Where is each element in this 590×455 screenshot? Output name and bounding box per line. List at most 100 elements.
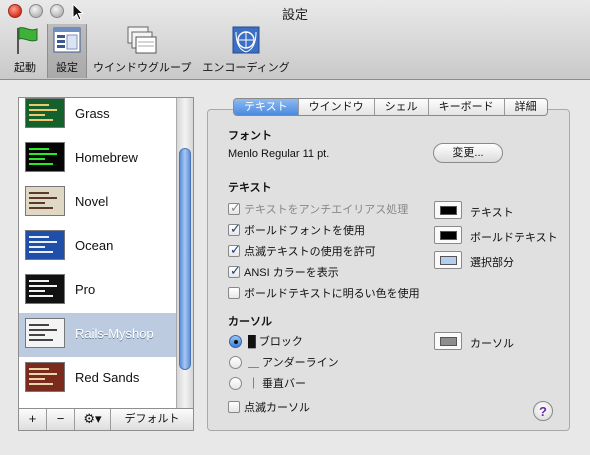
thumbnail-text-line (29, 236, 49, 238)
radio-label: █ ブロック (248, 336, 303, 348)
thumbnail-text-line (29, 197, 57, 199)
tab-shell[interactable]: シェル (375, 99, 429, 115)
checkbox-box (228, 263, 241, 279)
toolbar-window-groups[interactable]: ウインドウグループ (93, 24, 191, 78)
profile-thumbnail (25, 230, 65, 260)
thumbnail-text-line (29, 383, 53, 385)
cursor-color-well[interactable] (434, 332, 462, 350)
window-group-icon (126, 24, 158, 56)
checkbox-box (228, 221, 241, 237)
remove-profile-button[interactable]: − (47, 409, 75, 430)
cursor-underline-radio[interactable]: ＿ アンダーライン (229, 354, 339, 369)
radio-circle (229, 356, 242, 369)
toolbar-encodings[interactable]: エンコーディング (199, 24, 293, 78)
thumbnail-text-line (29, 285, 57, 287)
title-bar: 設定 起動 設定 ウインドウグループ エンコーディング (0, 0, 590, 80)
toolbar-startup-label: 起動 (14, 62, 36, 74)
profile-item-homebrew[interactable]: Homebrew (19, 137, 177, 181)
profile-item-rails-myshop[interactable]: Rails-Myshop (19, 313, 177, 357)
checkbox-box (228, 242, 241, 258)
selection-color-label: 選択部分 (470, 257, 514, 269)
checkbox-label: ボールドフォントを使用 (244, 225, 365, 237)
tab-advanced[interactable]: 詳細 (505, 99, 547, 115)
toolbar-startup[interactable]: 起動 (6, 24, 44, 78)
thumbnail-text-line (29, 368, 49, 370)
swatch-fill (440, 206, 457, 215)
thumbnail-text-line (29, 109, 57, 111)
help-button[interactable]: ? (533, 401, 553, 421)
scrollbar-thumb[interactable] (179, 148, 191, 370)
tab-text[interactable]: テキスト (234, 99, 299, 115)
checkbox-label: テキストをアンチエイリアス処理 (244, 204, 409, 216)
blink-text-checkbox[interactable]: 点滅テキストの使用を許可 (228, 242, 376, 258)
add-profile-button[interactable]: + (19, 409, 47, 430)
profile-item-ocean[interactable]: Ocean (19, 225, 177, 269)
checkbox-label: 点滅カーソル (244, 402, 310, 414)
profile-thumbnail (25, 274, 65, 304)
thumbnail-text-line (29, 153, 57, 155)
cursor-block-radio[interactable]: █ ブロック (229, 333, 303, 348)
swatch-fill (440, 231, 457, 240)
radio-label: ＿ アンダーライン (248, 357, 339, 369)
bright-bold-checkbox[interactable]: ボールドテキストに明るい色を使用 (228, 285, 420, 300)
cursor-vertical-bar-radio[interactable]: ｜ 垂直バー (229, 375, 307, 390)
thumbnail-text-line (29, 334, 45, 336)
preferences-content: Grass Homebrew Novel Ocean Pro Rails-Mys… (0, 81, 590, 455)
text-section-heading: テキスト (228, 182, 272, 194)
bold-text-color-well[interactable] (434, 226, 462, 244)
bold-font-checkbox[interactable]: ボールドフォントを使用 (228, 221, 365, 237)
radio-label: ｜ 垂直バー (248, 378, 307, 390)
settings-tabs: テキスト ウインドウ シェル キーボード 詳細 (233, 98, 548, 116)
tab-keyboard[interactable]: キーボード (429, 99, 505, 115)
antialias-checkbox[interactable]: テキストをアンチエイリアス処理 (228, 200, 409, 216)
profile-thumbnail (25, 362, 65, 392)
profile-item-pro[interactable]: Pro (19, 269, 177, 313)
thumbnail-text-line (29, 251, 53, 253)
profile-name: Homebrew (75, 150, 138, 165)
thumbnail-text-line (29, 119, 53, 121)
bold-text-color-label: ボールドテキスト (470, 232, 558, 244)
profile-name: Ocean (75, 238, 114, 253)
toolbar-settings[interactable]: 設定 (47, 24, 87, 78)
ansi-color-checkbox[interactable]: ANSI カラーを表示 (228, 263, 339, 279)
thumbnail-text-line (29, 241, 57, 243)
profile-thumbnail (25, 142, 65, 172)
checkbox-box (228, 287, 240, 299)
selection-color-well[interactable] (434, 251, 462, 269)
thumbnail-text-line (29, 295, 53, 297)
text-color-label: テキスト (470, 207, 514, 219)
profile-item-novel[interactable]: Novel (19, 181, 177, 225)
cursor-color-label: カーソル (470, 338, 514, 350)
font-section-heading: フォント (228, 130, 272, 142)
thumbnail-text-line (29, 329, 57, 331)
text-color-well[interactable] (434, 201, 462, 219)
profile-list-scrollbar[interactable] (176, 98, 193, 408)
profile-name: Grass (75, 106, 110, 121)
gear-menu-button[interactable]: ⚙▾ (75, 409, 111, 430)
blink-cursor-checkbox[interactable]: 点滅カーソル (228, 399, 310, 414)
thumbnail-text-line (29, 324, 49, 326)
profile-name: Pro (75, 282, 96, 297)
profile-name: Novel (75, 194, 109, 209)
thumbnail-text-line (29, 192, 49, 194)
profile-item-grass[interactable]: Grass (19, 98, 177, 137)
change-font-button[interactable]: 変更... (433, 143, 503, 163)
profile-list-toolbar: + − ⚙▾ デフォルト (18, 409, 194, 431)
checkbox-label: ボールドテキストに明るい色を使用 (244, 288, 420, 300)
checkbox-label: ANSI カラーを表示 (244, 267, 339, 279)
profile-list: Grass Homebrew Novel Ocean Pro Rails-Mys… (18, 97, 194, 409)
tab-window[interactable]: ウインドウ (299, 99, 375, 115)
thumbnail-text-line (29, 163, 53, 165)
profile-thumbnail (25, 98, 65, 128)
radio-circle (229, 377, 242, 390)
set-default-button[interactable]: デフォルト (111, 409, 193, 430)
thumbnail-text-line (29, 104, 49, 106)
cursor-section-heading: カーソル (228, 316, 272, 328)
settings-window-icon (51, 24, 83, 56)
thumbnail-text-line (29, 158, 45, 160)
profile-item-red-sands[interactable]: Red Sands (19, 357, 177, 401)
thumbnail-text-line (29, 280, 49, 282)
radio-circle (229, 335, 242, 348)
toolbar-window-groups-label: ウインドウグループ (93, 62, 192, 74)
thumbnail-text-line (29, 290, 45, 292)
